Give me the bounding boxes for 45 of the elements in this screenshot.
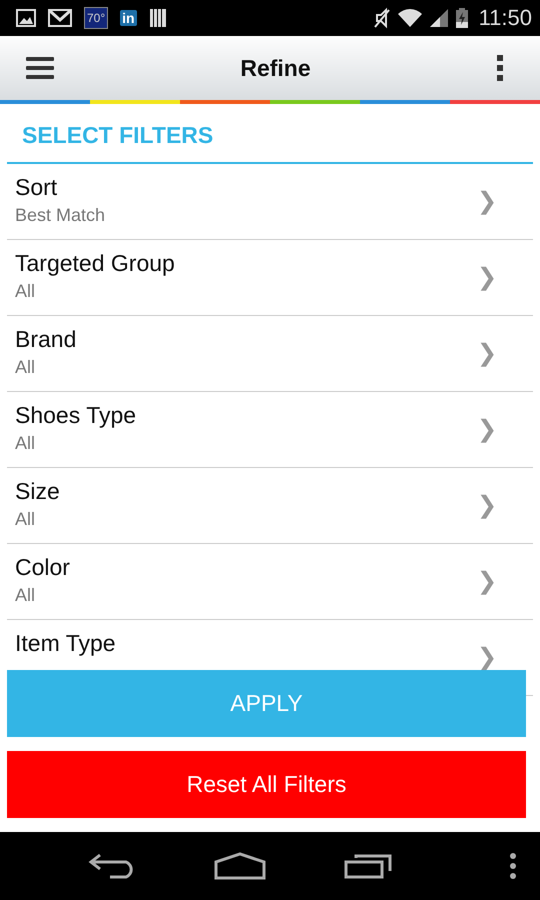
barcode-icon (148, 8, 167, 28)
more-icon[interactable] (510, 853, 516, 879)
filter-row[interactable]: Item Type ❯ (7, 620, 533, 670)
chevron-icon: ❯ (477, 187, 497, 216)
chevron-icon: ❯ (477, 339, 497, 368)
filter-label: Color (15, 554, 70, 581)
filter-label: Item Type (15, 630, 116, 657)
filter-row[interactable]: Brand All ❯ (7, 316, 533, 392)
filter-label: Shoes Type (15, 402, 136, 429)
chevron-icon: ❯ (477, 646, 497, 670)
menu-icon[interactable] (26, 56, 54, 80)
home-icon[interactable] (214, 852, 266, 880)
filter-label: Sort (15, 174, 58, 201)
gallery-icon (16, 9, 36, 27)
wifi-icon (396, 8, 423, 28)
filter-value: All (15, 433, 36, 454)
section-heading: SELECT FILTERS (7, 104, 533, 164)
screen-title: Refine (240, 54, 311, 82)
filter-label: Brand (15, 326, 76, 353)
filter-value: All (15, 357, 36, 378)
filter-row[interactable]: Sort Best Match ❯ (7, 164, 533, 240)
overflow-menu-icon[interactable] (496, 55, 503, 81)
filter-label: Targeted Group (15, 250, 175, 277)
linkedin-badge: in (120, 10, 137, 26)
chevron-icon: ❯ (477, 491, 497, 520)
chevron-icon: ❯ (477, 263, 497, 292)
clock-time: 11:50 (478, 5, 532, 31)
chevron-icon: ❯ (477, 567, 497, 596)
signal-icon (428, 8, 449, 28)
filter-row[interactable]: Size All ❯ (7, 468, 533, 544)
filter-value: All (15, 281, 36, 302)
mute-icon (372, 7, 391, 29)
recent-apps-icon[interactable] (344, 853, 392, 879)
reset-button[interactable]: Reset All Filters (7, 751, 526, 818)
filter-label: Size (15, 478, 60, 505)
chevron-icon: ❯ (477, 415, 497, 444)
weather-badge: 70° (84, 7, 108, 29)
filter-row[interactable]: Targeted Group All ❯ (7, 240, 533, 316)
battery-icon (454, 7, 469, 29)
filter-value: All (15, 585, 36, 606)
filter-value: All (15, 509, 36, 530)
mail-icon (48, 9, 72, 27)
filter-row[interactable]: Shoes Type All ❯ (7, 392, 533, 468)
filter-value: Best Match (15, 205, 106, 226)
filter-row[interactable]: Color All ❯ (7, 544, 533, 620)
